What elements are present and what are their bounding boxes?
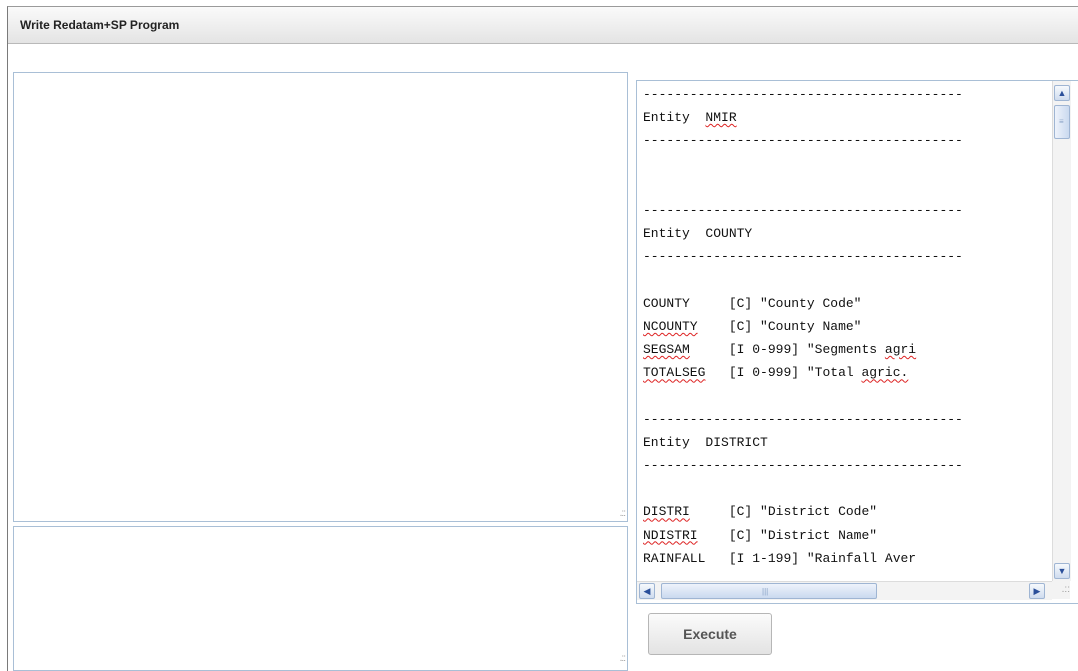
window-titlebar: Write Redatam+SP Program — [8, 7, 1078, 44]
dictionary-line — [643, 176, 1049, 199]
dictionary-line: TOTALSEG [I 0-999] "Total agric. — [643, 365, 909, 381]
dictionary-line — [643, 477, 1049, 500]
dictionary-line: SEGSAM [I 0-999] "Segments agri — [643, 342, 917, 358]
dictionary-line: Entity COUNTY — [643, 226, 753, 242]
resize-grip-icon[interactable]: .:: — [615, 654, 626, 664]
dictionary-line: COUNTY [C] "County Code" — [643, 295, 862, 311]
vertical-scroll-thumb[interactable]: ≡ — [1054, 105, 1070, 139]
dictionary-line: Entity DISTRICT — [643, 434, 768, 450]
execute-button[interactable]: Execute — [648, 613, 772, 655]
dictionary-line: Entity NMIR — [643, 110, 737, 126]
dictionary-line: ----------------------------------------… — [643, 458, 963, 473]
scroll-up-icon[interactable]: ▲ — [1054, 85, 1070, 101]
dictionary-textarea[interactable]: ----------------------------------------… — [636, 80, 1078, 604]
scroll-right-icon[interactable]: ▶ — [1029, 583, 1045, 599]
dictionary-line: ----------------------------------------… — [643, 249, 963, 265]
dictionary-line: DISTRI [C] "District Code" — [643, 504, 878, 520]
output-textarea[interactable]: .:: — [13, 526, 628, 671]
dictionary-line — [643, 153, 1049, 176]
dictionary-line: NDISTRI [C] "District Name" — [643, 527, 878, 543]
dictionary-line — [643, 269, 1049, 292]
scroll-down-icon[interactable]: ▼ — [1054, 563, 1070, 579]
program-editor-textarea[interactable]: .:: — [13, 72, 628, 522]
dictionary-line: ----------------------------------------… — [643, 87, 963, 102]
dictionary-line: RAINFALL [I 1-199] "Rainfall Aver — [643, 550, 917, 566]
vertical-scrollbar[interactable]: ▲ ≡ ▼ — [1052, 81, 1071, 581]
dictionary-line — [643, 384, 1049, 407]
horizontal-scrollbar[interactable]: ◀ ||| ▶ — [637, 581, 1052, 600]
dictionary-line: ----------------------------------------… — [643, 133, 963, 149]
dictionary-content: ----------------------------------------… — [643, 83, 1049, 583]
dictionary-line: ----------------------------------------… — [643, 411, 963, 427]
dictionary-line: ----------------------------------------… — [643, 202, 963, 218]
window-title: Write Redatam+SP Program — [20, 18, 180, 32]
dictionary-line: NCOUNTY [C] "County Name" — [643, 318, 862, 334]
resize-grip-icon[interactable]: .:: — [615, 509, 626, 519]
resize-grip-icon[interactable]: .:: — [1052, 581, 1070, 599]
horizontal-scroll-thumb[interactable]: ||| — [661, 583, 877, 599]
scroll-left-icon[interactable]: ◀ — [639, 583, 655, 599]
